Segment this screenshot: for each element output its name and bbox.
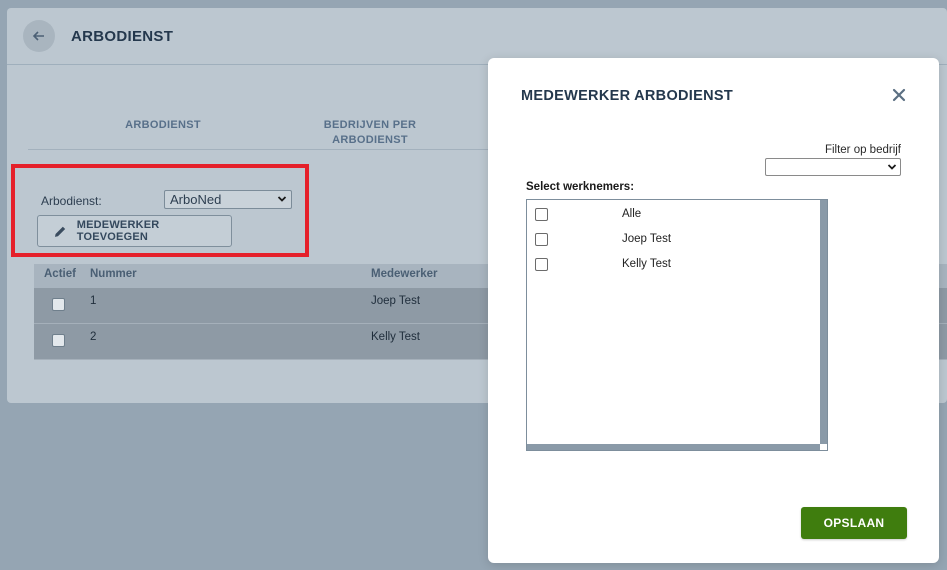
- list-item-label: Alle: [622, 208, 642, 220]
- select-employees-label: Select werknemers:: [526, 181, 635, 193]
- row-medewerker: Kelly Test: [371, 331, 421, 343]
- add-employee-button-label: MEDEWERKER TOEVOEGEN: [76, 219, 160, 243]
- close-button[interactable]: [892, 88, 906, 102]
- horizontal-scrollbar[interactable]: [527, 444, 827, 450]
- list-item[interactable]: Kelly Test: [535, 256, 815, 274]
- tab-arbodienst[interactable]: ARBODIENST: [108, 118, 218, 133]
- modal-title: MEDEWERKER ARBODIENST: [521, 88, 733, 104]
- arbodienst-label: Arbodienst:: [41, 194, 102, 208]
- row-nummer: 2: [90, 331, 97, 343]
- page-title: ARBODIENST: [71, 28, 174, 45]
- close-icon: [892, 88, 906, 102]
- arrow-left-icon: [32, 31, 44, 41]
- list-item-alle[interactable]: Alle: [535, 206, 815, 224]
- chevron-down-icon: [277, 196, 287, 202]
- row-nummer: 1: [90, 295, 97, 307]
- filter-company-label: Filter op bedrijf: [824, 144, 901, 156]
- arbodienst-select-value: ArboNed: [170, 192, 222, 207]
- list-item[interactable]: Joep Test: [535, 231, 815, 249]
- list-item-checkbox[interactable]: [535, 233, 548, 246]
- row-medewerker: Joep Test: [371, 295, 421, 307]
- row-active-checkbox[interactable]: [52, 298, 65, 311]
- employee-modal: MEDEWERKER ARBODIENST Filter op bedrijf …: [488, 58, 939, 563]
- save-button[interactable]: OPSLAAN: [801, 507, 907, 539]
- row-active-checkbox[interactable]: [52, 334, 65, 347]
- scrollbar-corner: [820, 444, 827, 450]
- page-header: ARBODIENST: [7, 8, 947, 65]
- list-item-checkbox[interactable]: [535, 258, 548, 271]
- list-item-label: Joep Test: [622, 233, 672, 245]
- employee-listbox[interactable]: Alle Joep Test Kelly Test: [526, 199, 828, 451]
- column-header-medewerker[interactable]: Medewerker: [371, 268, 437, 280]
- list-item-checkbox[interactable]: [535, 208, 548, 221]
- arbodienst-select[interactable]: ArboNed: [164, 190, 292, 209]
- chevron-down-icon: [887, 164, 897, 170]
- filter-company-select[interactable]: [765, 158, 901, 176]
- vertical-scrollbar[interactable]: [820, 200, 827, 450]
- pencil-icon: [54, 226, 66, 237]
- back-button[interactable]: [23, 20, 55, 52]
- list-item-label: Kelly Test: [622, 258, 672, 270]
- add-employee-button[interactable]: MEDEWERKER TOEVOEGEN: [37, 215, 232, 247]
- highlighted-form-area: Arbodienst: ArboNed MEDEWERKER TOEVOEGEN: [11, 164, 309, 257]
- column-header-nummer[interactable]: Nummer: [90, 268, 137, 280]
- tab-bedrijven-per-arbodienst[interactable]: BEDRIJVEN PER ARBODIENST: [310, 118, 430, 148]
- tab-bar: ARBODIENST BEDRIJVEN PER ARBODIENST: [28, 108, 488, 150]
- column-header-actief[interactable]: Actief: [44, 268, 76, 280]
